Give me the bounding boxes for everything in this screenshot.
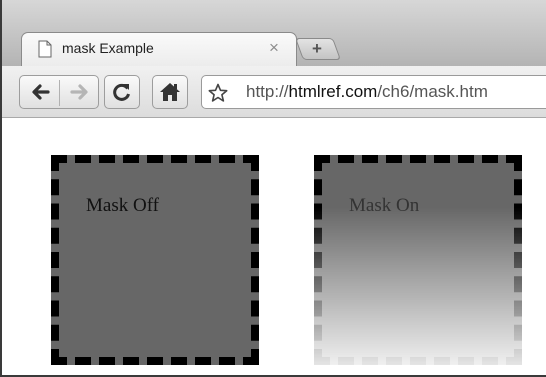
mask-on-box: Mask On — [314, 155, 522, 365]
url-text: http://htmlref.com/ch6/mask.htm — [246, 82, 488, 102]
reload-icon — [113, 83, 130, 101]
reload-button[interactable] — [104, 75, 140, 109]
back-arrow-icon — [31, 84, 50, 100]
url-scheme: http:// — [246, 82, 289, 101]
tab-mask-example[interactable]: mask Example × — [21, 32, 297, 66]
plus-icon[interactable]: + — [308, 40, 326, 58]
bookmark-star-button[interactable] — [206, 81, 230, 105]
back-forward-group — [19, 75, 99, 109]
tab-title: mask Example — [62, 40, 154, 56]
tab-close-icon[interactable]: × — [269, 39, 279, 57]
url-host: htmlref.com — [288, 82, 378, 101]
mask-off-label: Mask Off — [86, 195, 160, 216]
mask-on-label: Mask On — [349, 195, 420, 216]
browser-toolbar: http://htmlref.com/ch6/mask.htm — [2, 66, 546, 118]
page-content: Mask Off Mask On — [4, 119, 546, 375]
address-bar[interactable]: http://htmlref.com/ch6/mask.htm — [201, 75, 546, 109]
mask-off-box: Mask Off — [51, 155, 259, 365]
browser-window: mask Example × + http://htmlref.com/ch6/… — [0, 0, 546, 377]
tab-strip: mask Example × + — [2, 0, 546, 66]
home-button[interactable] — [152, 75, 188, 109]
home-icon — [160, 83, 180, 101]
star-icon — [208, 83, 228, 102]
forward-arrow-icon — [69, 84, 88, 100]
page-icon — [38, 40, 52, 58]
back-button[interactable] — [20, 76, 59, 108]
url-path: /ch6/mask.htm — [377, 82, 488, 101]
forward-button[interactable] — [60, 76, 99, 108]
